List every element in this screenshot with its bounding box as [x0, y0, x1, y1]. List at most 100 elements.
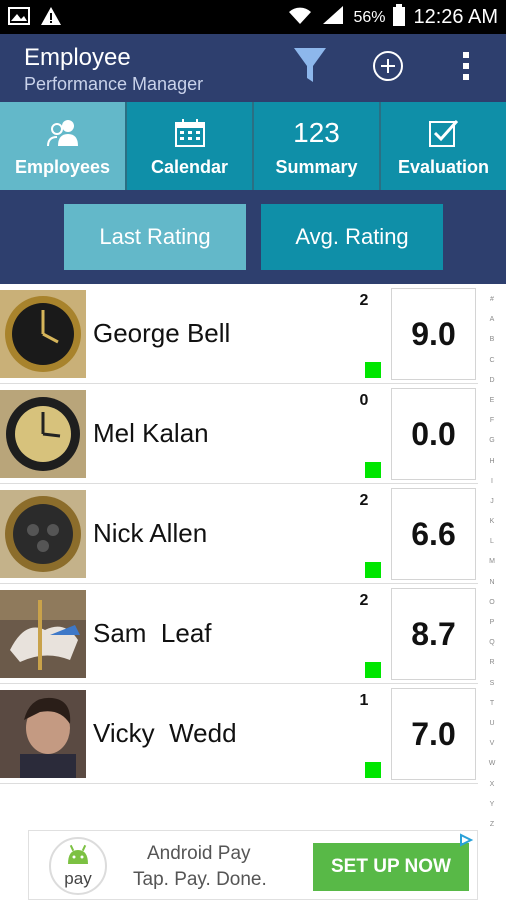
index-letter[interactable]: F	[480, 411, 504, 431]
employee-score: 9.0	[391, 288, 476, 380]
app-subtitle: Performance Manager	[24, 74, 204, 94]
tab-label: Calendar	[150, 156, 229, 177]
set-up-now-button[interactable]: SET UP NOW	[313, 843, 469, 891]
employee-photo	[0, 690, 86, 778]
tab-summary[interactable]: 123 Summary	[254, 102, 381, 190]
rating-count: 0	[359, 392, 369, 409]
android-icon	[65, 844, 91, 871]
warning-icon	[40, 6, 62, 31]
avg-rating-button[interactable]: Avg. Rating	[261, 204, 443, 270]
add-button[interactable]	[360, 34, 416, 102]
status-indicator	[365, 462, 381, 478]
status-bar: 56% 12:26 AM	[0, 0, 506, 34]
numbers-icon: 123	[293, 116, 340, 148]
employee-score: 8.7	[391, 588, 476, 680]
index-letter[interactable]: V	[480, 734, 504, 754]
index-letter[interactable]: G	[480, 431, 504, 451]
add-circle-icon	[372, 50, 404, 87]
employee-row[interactable]: Mel Kalan 0 0.0	[0, 384, 478, 484]
employee-row[interactable]: Sam Leaf 2 8.7	[0, 584, 478, 684]
employee-photo	[0, 490, 86, 578]
tab-bar: Employees Calendar 123 Summary Evaluatio…	[0, 102, 506, 190]
index-letter[interactable]: O	[480, 593, 504, 613]
wifi-icon	[287, 4, 313, 31]
employee-photo	[0, 390, 86, 478]
last-rating-button[interactable]: Last Rating	[64, 204, 246, 270]
status-indicator	[365, 362, 381, 378]
status-indicator	[365, 662, 381, 678]
employee-row[interactable]: George Bell 2 9.0	[0, 284, 478, 384]
rating-count: 1	[359, 692, 369, 709]
battery-percent: 56%	[353, 8, 386, 26]
index-letter[interactable]: Z	[480, 815, 504, 835]
rating-count: 2	[359, 292, 369, 309]
employee-photo	[0, 590, 86, 678]
filter-icon	[292, 46, 328, 91]
index-letter[interactable]: R	[480, 653, 504, 673]
overflow-menu-button[interactable]	[438, 34, 494, 102]
index-letter[interactable]: M	[480, 552, 504, 572]
index-letter[interactable]: #	[480, 290, 504, 310]
employee-score: 7.0	[391, 688, 476, 780]
rating-count: 2	[359, 492, 369, 509]
index-letter[interactable]: U	[480, 714, 504, 734]
checkbox-icon	[428, 115, 459, 151]
tab-label: Evaluation	[397, 156, 490, 177]
index-letter[interactable]: H	[480, 452, 504, 472]
more-vert-icon	[461, 50, 471, 87]
signal-icon	[321, 4, 345, 31]
employee-name: Sam Leaf	[93, 618, 212, 648]
clock: 12:26 AM	[413, 6, 498, 28]
ad-tagline: Tap. Pay. Done.	[133, 869, 267, 890]
index-letter[interactable]: A	[480, 310, 504, 330]
calendar-icon	[174, 115, 205, 151]
employee-score: 0.0	[391, 388, 476, 480]
employee-row[interactable]: Vicky Wedd 1 7.0	[0, 684, 478, 784]
index-letter[interactable]: J	[480, 492, 504, 512]
employee-name: George Bell	[93, 318, 231, 348]
index-letter[interactable]: W	[480, 754, 504, 774]
alphabet-index[interactable]: # A B C D E F G H I J K L M N O P Q R S T U V W X Y Z	[480, 290, 504, 830]
tab-label: Employees	[14, 156, 111, 177]
index-letter[interactable]: P	[480, 613, 504, 633]
employee-score: 6.6	[391, 488, 476, 580]
photo-notification-icon	[8, 7, 30, 30]
index-letter[interactable]: C	[480, 351, 504, 371]
employee-photo	[0, 290, 86, 378]
ad-headline: Android Pay	[147, 843, 251, 864]
employee-list: George Bell 2 9.0 Mel Kalan 0 0.0 Nick A…	[0, 284, 478, 786]
tab-evaluation[interactable]: Evaluation	[381, 102, 506, 190]
tab-label: Summary	[275, 156, 358, 177]
employee-row[interactable]: Nick Allen 2 6.6	[0, 484, 478, 584]
filter-button[interactable]	[282, 34, 338, 102]
tab-calendar[interactable]: Calendar	[127, 102, 254, 190]
adchoices-icon[interactable]	[457, 833, 475, 847]
index-letter[interactable]: D	[480, 371, 504, 391]
index-letter[interactable]: Y	[480, 795, 504, 815]
index-letter[interactable]: T	[480, 694, 504, 714]
index-letter[interactable]: S	[480, 674, 504, 694]
status-indicator	[365, 562, 381, 578]
employee-name: Vicky Wedd	[93, 718, 237, 748]
index-letter[interactable]: B	[480, 330, 504, 350]
sort-bar: Last Rating Avg. Rating	[0, 190, 506, 284]
android-pay-logo: pay	[49, 837, 107, 895]
pay-logo-text: pay	[64, 868, 92, 888]
battery-icon	[393, 4, 406, 31]
index-letter[interactable]: L	[480, 532, 504, 552]
people-icon	[46, 115, 80, 151]
index-letter[interactable]: N	[480, 573, 504, 593]
app-bar: Employee Performance Manager	[0, 34, 506, 102]
ad-banner[interactable]: pay Android Pay Tap. Pay. Done. SET UP N…	[28, 830, 478, 900]
status-indicator	[365, 762, 381, 778]
employee-name: Nick Allen	[93, 518, 208, 548]
index-letter[interactable]: Q	[480, 633, 504, 653]
index-letter[interactable]: E	[480, 391, 504, 411]
employee-name: Mel Kalan	[93, 418, 209, 448]
rating-count: 2	[359, 592, 369, 609]
app-title: Employee	[24, 44, 131, 71]
index-letter[interactable]: X	[480, 775, 504, 795]
tab-employees[interactable]: Employees	[0, 102, 127, 190]
index-letter[interactable]: K	[480, 512, 504, 532]
index-letter[interactable]: I	[480, 472, 504, 492]
